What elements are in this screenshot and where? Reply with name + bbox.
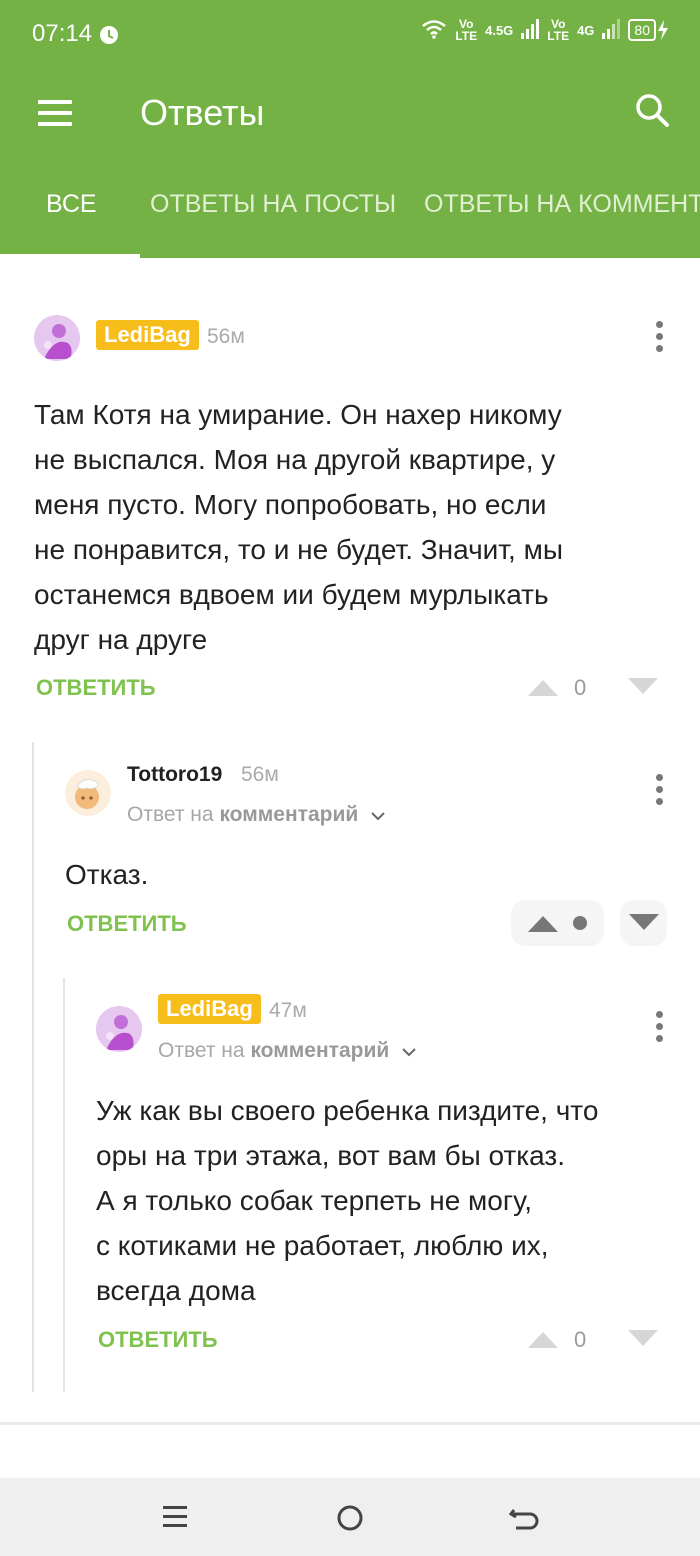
reply-button[interactable]: ОТВЕТИТЬ xyxy=(98,1327,218,1353)
tab-all[interactable]: ВСЕ xyxy=(46,190,97,258)
author-badge[interactable]: LediBag xyxy=(158,994,261,1024)
net2-label: 4G xyxy=(577,22,595,38)
upvote-icon[interactable] xyxy=(528,678,558,696)
chevron-down-icon xyxy=(370,803,386,827)
score: 0 xyxy=(574,1327,587,1352)
downvote-icon[interactable] xyxy=(628,678,658,696)
signal2-icon xyxy=(602,18,621,42)
menu-icon[interactable] xyxy=(38,100,72,126)
status-time: 07:14 xyxy=(32,20,93,47)
search-icon[interactable] xyxy=(632,90,672,130)
chevron-down-icon xyxy=(401,1039,417,1063)
net1-label: 4.5G xyxy=(485,22,514,38)
system-nav-bar xyxy=(0,1478,700,1556)
comment-text: Там Котя на умирание. Он нахер никому не… xyxy=(34,399,563,655)
status-icons: Vo LTE 4.5G Vo LTE 4G 80 xyxy=(421,18,670,42)
comment-time: 56м xyxy=(241,763,279,786)
thread-line xyxy=(32,742,34,1392)
tab-comment-replies[interactable]: ОТВЕТЫ НА КОММЕНТАРИИ xyxy=(424,190,700,258)
comment-text: Отказ. xyxy=(65,859,149,890)
page-title: Ответы xyxy=(140,92,265,133)
avatar[interactable] xyxy=(65,770,111,816)
battery-icon: 80 xyxy=(628,19,670,41)
back-icon[interactable] xyxy=(508,1502,542,1534)
reply-to-link[interactable]: Ответ на комментарий xyxy=(158,1039,417,1063)
reply-to-link[interactable]: Ответ на комментарий xyxy=(127,803,386,827)
downvote-box[interactable] xyxy=(620,900,667,946)
downvote-icon[interactable] xyxy=(629,914,659,932)
comment-time: 56м xyxy=(207,325,245,348)
avatar[interactable] xyxy=(96,1006,142,1052)
author-badge[interactable]: LediBag xyxy=(96,320,199,350)
upvote-icon[interactable] xyxy=(528,1330,558,1348)
wifi-icon xyxy=(421,19,447,42)
more-options-icon[interactable] xyxy=(654,774,664,808)
author-name[interactable]: Tottoro19 xyxy=(127,763,222,787)
more-options-icon[interactable] xyxy=(654,321,664,355)
score-dot-icon xyxy=(573,916,587,930)
signal1-icon xyxy=(521,18,540,42)
thread-line xyxy=(63,978,65,1392)
downvote-icon[interactable] xyxy=(628,1330,658,1348)
tab-post-replies[interactable]: ОТВЕТЫ НА ПОСТЫ xyxy=(150,190,396,258)
reply-button[interactable]: ОТВЕТИТЬ xyxy=(67,911,187,937)
volte1-indicator: Vo LTE xyxy=(455,17,478,43)
active-tab-indicator xyxy=(0,254,140,258)
toolbar: Ответы xyxy=(0,70,700,158)
tab-bar: ВСЕ ОТВЕТЫ НА ПОСТЫ ОТВЕТЫ НА КОММЕНТАРИ… xyxy=(0,190,700,258)
home-icon[interactable] xyxy=(334,1502,366,1534)
comment-time: 47м xyxy=(269,999,307,1022)
comment-text: Уж как вы своего ребенка пиздите, что ор… xyxy=(96,1095,599,1306)
alarm-icon xyxy=(98,24,120,51)
upvote-icon[interactable] xyxy=(528,914,558,932)
score: 0 xyxy=(574,675,587,700)
app-header: 07:14 Vo LTE 4.5G Vo LTE 4G 80 Ответы ВС… xyxy=(0,0,700,258)
upvote-box[interactable] xyxy=(511,900,604,946)
reply-button[interactable]: ОТВЕТИТЬ xyxy=(36,675,156,701)
avatar[interactable] xyxy=(34,315,80,361)
section-divider xyxy=(0,1422,700,1425)
recent-apps-icon[interactable] xyxy=(160,1502,190,1532)
volte2-indicator: Vo LTE xyxy=(547,17,570,43)
status-bar: 07:14 Vo LTE 4.5G Vo LTE 4G 80 xyxy=(0,0,700,70)
more-options-icon[interactable] xyxy=(654,1011,664,1045)
